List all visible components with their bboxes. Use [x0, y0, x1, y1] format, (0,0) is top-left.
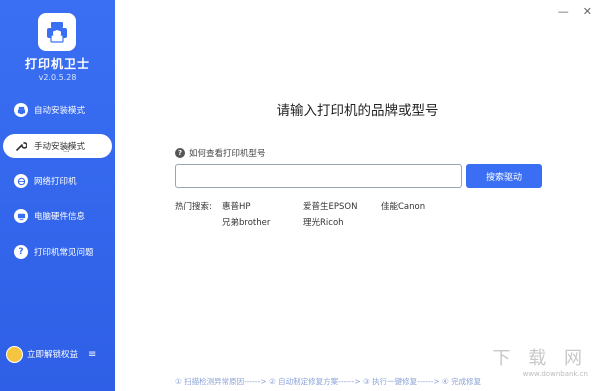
hot-search-label: 热门搜索:: [175, 202, 212, 212]
app-logo: [38, 13, 76, 51]
help-text: 如何查看打印机型号: [189, 149, 266, 159]
printer-icon: [14, 103, 28, 117]
app-version: v2.0.5.28: [38, 73, 77, 82]
avatar: [6, 345, 23, 363]
question-circle-icon: ?: [175, 148, 185, 158]
sidebar-item-manual-install[interactable]: 手动安装模式: [3, 134, 112, 158]
sidebar-item-auto-install[interactable]: 自动安装模式: [3, 98, 112, 122]
sidebar-item-hardware-info[interactable]: 电脑硬件信息: [3, 204, 112, 228]
watermark-url: www.downbank.cn: [522, 370, 588, 378]
search-driver-button[interactable]: 搜索驱动: [466, 164, 542, 188]
menu-icon[interactable]: ≡: [88, 349, 96, 360]
hardware-icon: [14, 209, 28, 223]
watermark: 下 载 网 www.downbank.cn: [493, 344, 588, 378]
window-controls: — ✕: [558, 6, 592, 17]
sidebar-item-label: 打印机常见问题: [34, 248, 94, 258]
sidebar-item-label: 网络打印机: [34, 177, 77, 187]
search-input[interactable]: [175, 164, 462, 188]
sidebar-item-printer-faq[interactable]: ? 打印机常见问题: [3, 240, 112, 264]
sidebar-item-label: 电脑硬件信息: [34, 212, 86, 222]
sidebar: 打印机卫士 v2.0.5.28 自动安装模式 手动安装模式 网络打印机 电脑硬件…: [0, 0, 115, 391]
unlock-label: 立即解锁权益: [27, 350, 79, 360]
watermark-text: 下 载 网: [492, 348, 588, 369]
page-title: 请输入打印机的品牌或型号: [276, 103, 439, 119]
hot-search-brother[interactable]: 兄弟brother: [222, 216, 270, 228]
close-button[interactable]: ✕: [583, 6, 592, 17]
sidebar-item-network-printer[interactable]: 网络打印机: [3, 169, 112, 193]
sidebar-item-label: 自动安装模式: [34, 106, 86, 116]
sidebar-item-label: 手动安装模式: [34, 142, 86, 152]
minimize-button[interactable]: —: [558, 6, 569, 17]
hot-search-canon[interactable]: 佳能Canon: [381, 200, 425, 212]
printer-shield-logo-icon: [47, 22, 67, 43]
hot-search-hp[interactable]: 惠普HP: [222, 200, 251, 212]
question-icon: ?: [14, 245, 28, 259]
app-name: 打印机卫士: [24, 57, 90, 71]
hot-search-epson[interactable]: 爱普生EPSON: [303, 200, 357, 212]
wrench-icon: [14, 139, 28, 153]
help-link[interactable]: ? 如何查看打印机型号: [175, 147, 266, 159]
hot-search-ricoh[interactable]: 理光Ricoh: [303, 216, 344, 228]
unlock-benefits[interactable]: 立即解锁权益 ≡: [6, 345, 109, 363]
hand-cursor-icon: ☝: [63, 142, 70, 155]
network-icon: [14, 174, 28, 188]
repair-steps: ① 扫描检测异常原因------> ② 自动制定修复方案------> ③ 执行…: [175, 377, 482, 386]
